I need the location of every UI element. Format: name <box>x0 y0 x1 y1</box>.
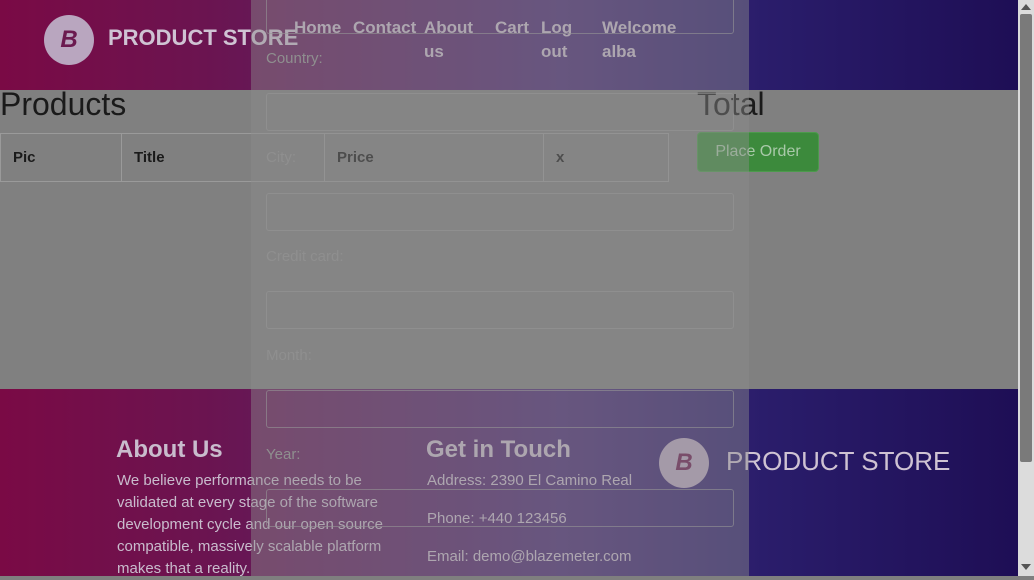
name-field[interactable] <box>266 0 734 34</box>
products-heading: Products <box>0 86 127 122</box>
year-field[interactable] <box>266 489 734 527</box>
column-header-pic: Pic <box>1 134 122 181</box>
footer-brand-name: PRODUCT STORE <box>726 446 951 476</box>
logo-letter: B <box>60 26 78 53</box>
year-label: Year: <box>266 446 301 463</box>
city-label: City: <box>266 149 296 166</box>
chevron-down-icon[interactable] <box>1021 564 1031 570</box>
month-field[interactable] <box>266 390 734 428</box>
credit-card-field[interactable] <box>266 291 734 329</box>
place-order-modal: Country: City: Credit card: Month: Year: <box>251 0 749 576</box>
chevron-up-icon[interactable] <box>1021 4 1031 10</box>
blazemeter-logo-icon[interactable]: B <box>44 15 94 65</box>
month-label: Month: <box>266 347 312 364</box>
scrollbar[interactable] <box>1018 0 1034 576</box>
scrollbar-thumb[interactable] <box>1020 14 1032 462</box>
about-us-heading: About Us <box>116 436 223 463</box>
country-field[interactable] <box>266 93 734 131</box>
country-label: Country: <box>266 50 323 67</box>
city-field[interactable] <box>266 193 734 231</box>
credit-card-label: Credit card: <box>266 248 344 265</box>
